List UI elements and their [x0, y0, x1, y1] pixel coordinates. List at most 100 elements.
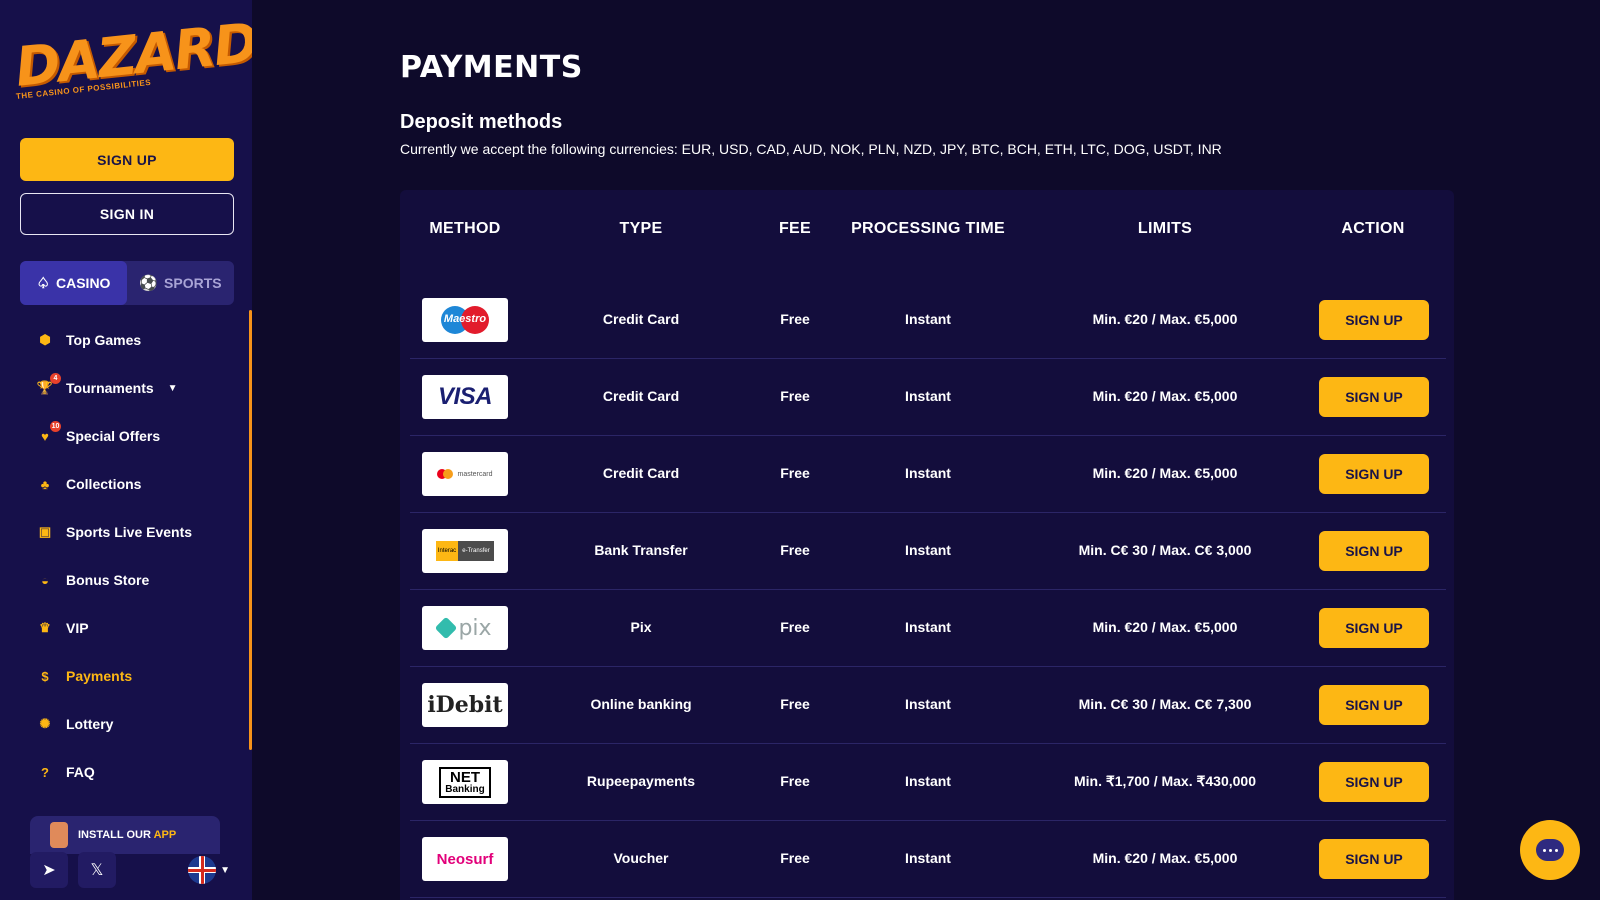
cell-type: Online banking [590, 696, 692, 712]
cell-limits: Min. €20 / Max. €5,000 [1092, 619, 1238, 635]
sidebar-item-bonus-store[interactable]: ◒ Bonus Store [20, 556, 234, 604]
casino-sports-switch: ♤ CASINO ⚽ SPORTS [20, 261, 234, 305]
page-title: PAYMENTS [400, 50, 583, 85]
dazard-logo[interactable]: DAZARD THE CASINO OF POSSIBILITIES [12, 11, 252, 112]
cell-fee: Free [780, 619, 810, 635]
ball-icon: ⚽ [139, 275, 159, 292]
tab-casino[interactable]: ♤ CASINO [20, 261, 127, 305]
cell-fee: Free [780, 388, 810, 404]
live-icon: ▣ [38, 524, 52, 539]
row-signup-button[interactable]: SIGN UP [1319, 454, 1429, 494]
cell-limits: Min. €20 / Max. €5,000 [1092, 850, 1238, 866]
maestro-logo: Maestro [422, 298, 508, 342]
cherries-icon: ♣ [40, 476, 50, 492]
cell-type: Credit Card [602, 465, 680, 481]
neosurf-logo: Neosurf [422, 837, 508, 881]
sidebar-item-tournaments[interactable]: 🏆 4 Tournaments ▼ [20, 364, 234, 412]
sidebar-item-label: Top Games [66, 332, 142, 348]
cell-fee: Free [780, 542, 810, 558]
table-body: Maestro Credit Card Free Instant Min. €2… [410, 282, 1446, 898]
sidebar-item-label: VIP [66, 620, 89, 636]
row-signup-button[interactable]: SIGN UP [1319, 531, 1429, 571]
idebit-logo-text: iDebit [427, 692, 503, 718]
row-signup-button[interactable]: SIGN UP [1319, 377, 1429, 417]
telegram-icon[interactable]: ➤ [30, 852, 68, 888]
install-app-accent: APP [153, 829, 177, 841]
cell-fee: Free [780, 850, 810, 866]
sidebar-item-lottery[interactable]: ✺ Lottery [20, 700, 234, 748]
mastercard-logo-text: mastercard [457, 470, 493, 478]
sidebar-scrollbar[interactable] [249, 310, 252, 750]
neosurf-logo-text: Neosurf [436, 850, 494, 868]
language-selector[interactable]: ▼ [188, 856, 230, 884]
interac-logo: Interac e-Transfer [422, 529, 508, 573]
chevron-down-icon: ▼ [220, 864, 230, 876]
cell-type: Pix [630, 619, 652, 635]
maestro-logo-text: Maestro [443, 313, 487, 325]
chevron-down-icon[interactable]: ▼ [168, 383, 178, 394]
idebit-logo: iDebit [422, 683, 508, 727]
cell-fee: Free [780, 773, 810, 789]
row-signup-button[interactable]: SIGN UP [1319, 300, 1429, 340]
install-app-text: INSTALL OUR APP [78, 829, 176, 841]
question-icon: ? [41, 764, 49, 780]
row-signup-button[interactable]: SIGN UP [1319, 608, 1429, 648]
tab-sports[interactable]: ⚽ SPORTS [127, 261, 234, 305]
tab-sports-label: SPORTS [164, 275, 222, 291]
cell-limits: Min. C€ 30 / Max. C€ 7,300 [1078, 696, 1252, 712]
cell-fee: Free [780, 311, 810, 327]
row-signup-button[interactable]: SIGN UP [1319, 685, 1429, 725]
tab-casino-label: CASINO [56, 275, 111, 291]
dice-icon: ⬢ [39, 332, 51, 347]
table-row: NET Banking Rupeepayments Free Instant Mi… [410, 744, 1446, 821]
spade-icon: ♤ [36, 275, 50, 292]
sidebar-item-faq[interactable]: ? FAQ [20, 748, 234, 796]
x-icon[interactable]: 𝕏 [78, 852, 116, 888]
cell-time: Instant [905, 696, 951, 712]
cell-time: Instant [905, 311, 951, 327]
table-header: METHOD TYPE FEE PROCESSING TIME LIMITS A… [400, 220, 1454, 254]
uk-flag-icon [188, 856, 217, 884]
cell-limits: Min. €20 / Max. €5,000 [1092, 311, 1238, 327]
install-app-banner[interactable]: INSTALL OUR APP [30, 816, 220, 854]
install-app-label: INSTALL OUR [78, 829, 151, 841]
cell-type: Voucher [613, 850, 669, 866]
lottery-icon: ✺ [39, 716, 51, 731]
table-row: VISA Credit Card Free Instant Min. €20 /… [410, 359, 1446, 436]
cell-type: Rupeepayments [586, 773, 696, 789]
cell-fee: Free [780, 696, 810, 712]
row-signup-button[interactable]: SIGN UP [1319, 839, 1429, 879]
sidebar: DAZARD THE CASINO OF POSSIBILITIES SIGN … [0, 0, 252, 900]
sidebar-item-label: Collections [66, 476, 142, 492]
table-row: mastercard Credit Card Free Instant Min.… [410, 436, 1446, 513]
sidebar-item-special-offers[interactable]: ♥ 10 Special Offers [20, 412, 234, 460]
coin-icon: $ [41, 668, 49, 684]
header-processing-time: PROCESSING TIME [851, 220, 1005, 237]
sidebar-item-top-games[interactable]: ⬢ Top Games [20, 316, 234, 364]
visa-logo-text: VISA [437, 383, 493, 410]
pix-logo-text: pix [458, 615, 492, 641]
row-signup-button[interactable]: SIGN UP [1319, 762, 1429, 802]
netbanking-logo: NET Banking [422, 760, 508, 804]
basket-icon: ◒ [41, 572, 49, 588]
sidebar-item-payments[interactable]: $ Payments [20, 652, 234, 700]
sidebar-item-label: Tournaments [66, 380, 154, 396]
table-row: pix Pix Free Instant Min. €20 / Max. €5,… [410, 590, 1446, 667]
header-limits: LIMITS [1137, 220, 1193, 237]
sidebar-item-label: FAQ [66, 764, 95, 780]
table-row: iDebit Online banking Free Instant Min. … [410, 667, 1446, 744]
sidebar-signup-button[interactable]: SIGN UP [20, 138, 234, 181]
visa-logo: VISA [422, 375, 508, 419]
cell-type: Credit Card [602, 388, 680, 404]
sidebar-signin-button[interactable]: SIGN IN [20, 193, 234, 235]
mastercard-logo: mastercard [422, 452, 508, 496]
chat-icon [1536, 839, 1564, 861]
sidebar-item-sports-live-events[interactable]: ▣ Sports Live Events [20, 508, 234, 556]
chat-button[interactable] [1520, 820, 1580, 880]
sidebar-item-label: Special Offers [66, 428, 161, 444]
sidebar-nav: ⬢ Top Games 🏆 4 Tournaments ▼ ♥ 10 Special… [20, 316, 234, 796]
sidebar-item-label: Payments [66, 668, 133, 684]
sidebar-item-vip[interactable]: ♛ VIP [20, 604, 234, 652]
sidebar-item-collections[interactable]: ♣ Collections [20, 460, 234, 508]
sidebar-item-label: Bonus Store [66, 572, 150, 588]
